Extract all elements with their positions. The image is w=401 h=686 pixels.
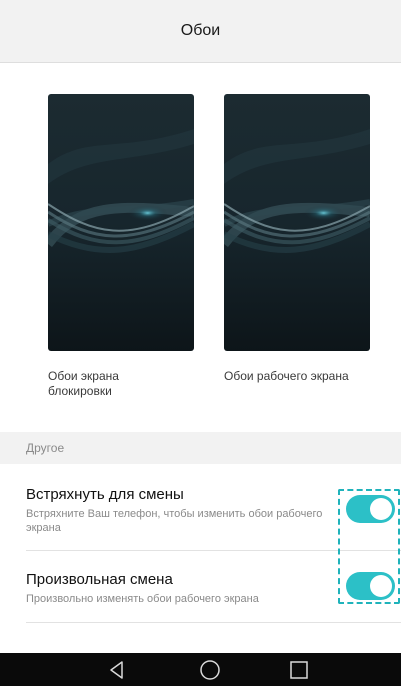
back-icon[interactable] xyxy=(106,659,128,681)
page-title: Обои xyxy=(0,0,401,63)
recents-icon[interactable] xyxy=(288,659,310,681)
home-icon[interactable] xyxy=(199,659,221,681)
wallpaper-image xyxy=(48,94,194,351)
divider xyxy=(26,622,401,623)
wallpaper-image xyxy=(224,94,370,351)
setting-title: Встряхнуть для смены xyxy=(26,486,184,503)
setting-title: Произвольная смена xyxy=(26,571,173,588)
lock-screen-wallpaper-thumbnail[interactable] xyxy=(48,94,194,351)
setting-subtitle: Встряхните Ваш телефон, чтобы изменить о… xyxy=(26,508,323,534)
home-screen-wallpaper-thumbnail[interactable] xyxy=(224,94,370,351)
setting-shake-to-change[interactable]: Встряхнуть для смены Встряхните Ваш теле… xyxy=(26,485,326,535)
setting-subtitle: Произвольно изменять обои рабочего экран… xyxy=(26,593,259,605)
home-screen-wallpaper-label: Обои рабочего экрана xyxy=(224,369,349,383)
setting-random-change[interactable]: Произвольная смена Произвольно изменять … xyxy=(26,570,326,606)
section-header-other: Другое xyxy=(0,432,401,464)
lock-screen-wallpaper-label: Обои экрана блокировки xyxy=(48,369,119,398)
navigation-bar xyxy=(0,653,401,686)
toggles-highlight-frame xyxy=(338,489,400,604)
